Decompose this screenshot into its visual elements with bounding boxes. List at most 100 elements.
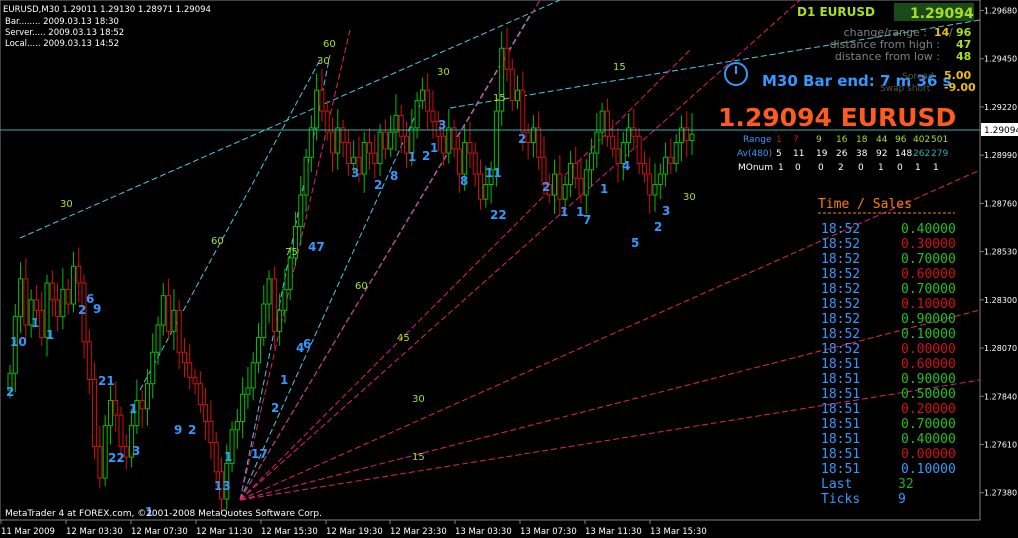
range-cell: 1	[776, 135, 782, 145]
range-cell: 96	[895, 135, 907, 145]
candle-body	[657, 173, 663, 186]
wave-count-label: 2	[518, 132, 526, 146]
time-sales-value: 0.10000	[901, 462, 956, 477]
x-tick-label: 12 Mar 03:30	[66, 527, 123, 537]
candle-body	[652, 184, 658, 196]
candle-body	[562, 184, 568, 200]
candle-body	[329, 131, 335, 154]
time-sales-title: Time / Sales	[818, 197, 912, 212]
candle-body	[176, 309, 182, 353]
gann-angle-label: 15	[613, 62, 626, 73]
time-sales-time: 18:52	[821, 342, 860, 357]
gann-angle-label: 15	[412, 452, 425, 463]
candle-body	[250, 362, 256, 389]
wave-count-label: 11	[485, 166, 502, 180]
candle-body	[308, 127, 314, 158]
candle-body	[446, 127, 452, 154]
range-header: Range	[743, 135, 772, 145]
range-cell: 16	[836, 135, 848, 145]
candle-body	[451, 127, 457, 150]
momentum-cell: 2	[838, 163, 844, 173]
bid-price-tag-text: 1.29094	[984, 126, 1018, 136]
candle-body	[472, 152, 478, 175]
candle-body	[261, 303, 267, 339]
gann-angle-label: 75	[285, 247, 298, 258]
candle-body	[255, 337, 261, 364]
candle-body	[673, 142, 679, 165]
candle-body	[631, 127, 637, 137]
last-label: Last	[821, 477, 852, 492]
time-sales-time: 18:52	[821, 252, 860, 267]
gann-angle-label: 30	[317, 56, 330, 67]
wave-count-label: 22	[108, 451, 125, 465]
local-time: Local..... 2009.03.13 14:52	[5, 39, 119, 49]
candle-body	[144, 383, 150, 410]
x-tick-label: 12 Mar 23:30	[390, 527, 447, 537]
time-sales-value: 0.70000	[901, 417, 956, 432]
candle-body	[92, 379, 98, 448]
candle-body	[197, 383, 203, 406]
wave-count-label: 3	[662, 204, 670, 218]
x-tick-label: 13 Mar 15:30	[650, 527, 707, 537]
candle-body	[425, 89, 431, 112]
candle-body	[181, 351, 187, 364]
range-cell: 9	[816, 135, 822, 145]
candle-body	[86, 341, 92, 381]
time-sales-time: 18:52	[821, 222, 860, 237]
server-time: Server..... 2009.03.13 18:52	[5, 28, 124, 38]
candle-body	[18, 278, 24, 318]
candle-body	[282, 288, 288, 311]
time-sales-time: 18:51	[821, 372, 860, 387]
candle-body	[97, 446, 103, 479]
x-tick-label: 13 Mar 07:30	[520, 527, 577, 537]
gann-angle-label: 30	[60, 199, 73, 210]
time-sales-value: 0.60000	[901, 357, 956, 372]
wave-count-label: 1	[224, 450, 232, 464]
wave-count-label: 1	[430, 141, 438, 155]
x-tick-label: 13 Mar 03:30	[455, 527, 512, 537]
av-cell: 19	[816, 149, 828, 159]
candle-body	[39, 309, 45, 339]
candle-body	[647, 173, 653, 196]
candle-body	[118, 414, 124, 448]
candle-body	[604, 110, 610, 137]
candle-body	[589, 152, 595, 171]
time-sales-value: 0.00000	[901, 447, 956, 462]
time-sales-time: 18:51	[821, 402, 860, 417]
candle-body	[567, 163, 573, 186]
candle-body	[525, 131, 531, 144]
wave-count-label: 1	[560, 205, 568, 219]
candle-body	[324, 110, 330, 133]
momentum-cell: 0	[897, 163, 903, 173]
time-sales-time: 18:52	[821, 237, 860, 252]
wave-count-label: 2	[271, 401, 279, 415]
time-sales-value: 0.40000	[901, 432, 956, 447]
candle-body	[515, 89, 521, 102]
candle-body	[33, 299, 39, 311]
wave-count-label: 2	[542, 180, 550, 194]
candle-body	[107, 399, 113, 427]
candle-body	[160, 295, 166, 326]
time-sales-value: 0.00000	[901, 342, 956, 357]
candle-body	[70, 265, 76, 305]
candle-body	[441, 135, 447, 154]
candle-body	[583, 169, 589, 196]
wave-count-label: 1	[280, 373, 288, 387]
spread-label: Spread	[902, 72, 934, 82]
wave-count-label: 2	[654, 220, 662, 234]
gann-angle-label: 30	[412, 394, 425, 405]
y-tick-label: 1.27380	[984, 489, 1017, 498]
candle-body	[493, 110, 499, 171]
time-sales-time: 18:51	[821, 462, 860, 477]
candle-body	[615, 148, 621, 165]
wave-count-label: 6	[303, 337, 311, 351]
wave-count-label: 2	[6, 385, 14, 399]
time-sales-value: 0.10000	[901, 327, 956, 342]
candle-body	[298, 194, 304, 227]
price-chart[interactable]: 1.29680 1.29450 1.29220 1.28990 1.28760 1.285…	[0, 0, 1018, 538]
candle-body	[663, 156, 669, 175]
candle-body	[483, 184, 489, 200]
time-sales-value: 0.90000	[901, 312, 956, 327]
candle-body	[271, 278, 277, 332]
candle-body	[467, 142, 473, 154]
